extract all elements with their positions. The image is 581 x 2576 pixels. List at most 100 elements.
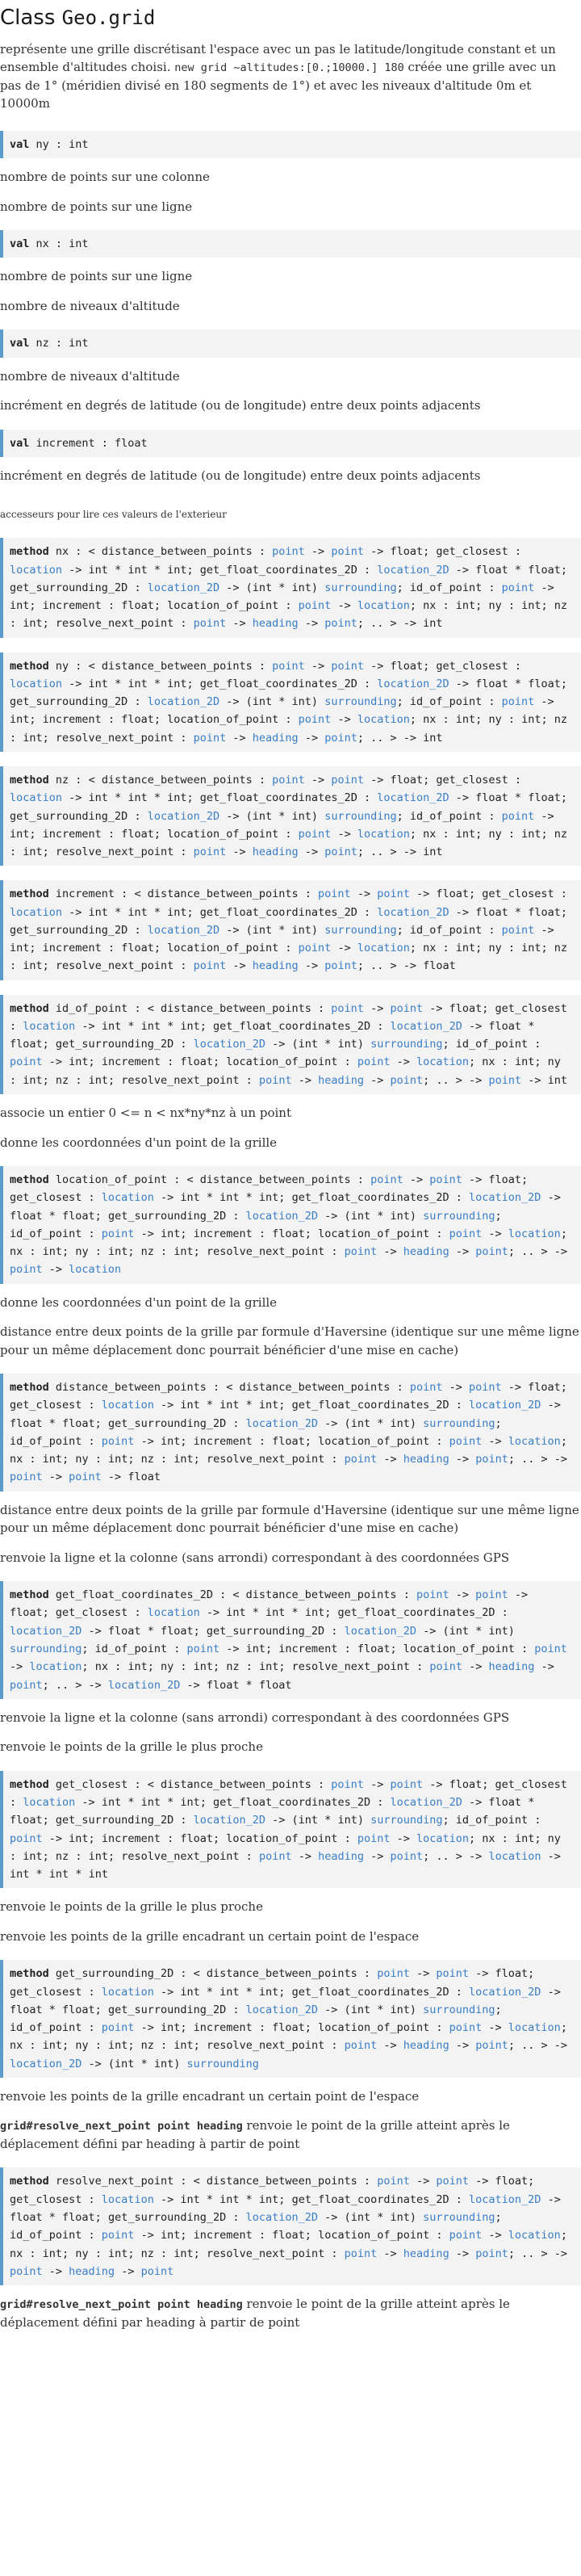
type-link[interactable]: point [272,660,305,673]
type-link[interactable]: point [345,1245,378,1258]
type-link[interactable]: location_2D [10,2058,82,2070]
type-link[interactable]: point [69,1471,102,1483]
type-link[interactable]: location [69,1263,121,1276]
type-link[interactable]: location_2D [469,1399,541,1412]
type-link[interactable]: point [324,959,357,972]
type-link[interactable]: location_2D [391,1796,462,1809]
type-link[interactable]: point [345,1453,378,1466]
type-link[interactable]: point [370,1173,403,1186]
type-link[interactable]: surrounding [423,1210,495,1223]
type-link[interactable]: location_2D [377,564,449,577]
type-link[interactable]: point [10,1471,43,1483]
type-link[interactable]: location [10,906,62,919]
type-link[interactable]: point [410,1381,443,1394]
type-link[interactable]: location_2D [148,810,219,823]
type-link[interactable]: location [488,1850,541,1863]
type-link[interactable]: location_2D [148,924,219,937]
type-link[interactable]: location [508,1227,561,1240]
type-link[interactable]: point [331,1778,364,1791]
type-link[interactable]: point [299,828,332,841]
type-link[interactable]: point [429,1173,462,1186]
type-link[interactable]: heading [253,617,299,630]
type-link[interactable]: point [475,2247,508,2260]
type-link[interactable]: location [23,1020,75,1033]
type-link[interactable]: heading [253,845,299,858]
type-link[interactable]: surrounding [324,695,396,708]
type-link[interactable]: point [377,887,410,900]
type-link[interactable]: point [390,1778,423,1791]
type-link[interactable]: location_2D [148,581,219,594]
type-link[interactable]: location [102,1399,154,1412]
type-link[interactable]: point [345,2247,378,2260]
type-link[interactable]: location [10,791,62,804]
type-link[interactable]: heading [318,1850,364,1863]
type-link[interactable]: location_2D [345,1625,416,1638]
type-link[interactable]: surrounding [186,2058,258,2070]
type-link[interactable]: point [102,1435,135,1448]
type-link[interactable]: point [102,1227,135,1240]
type-link[interactable]: location_2D [10,1625,82,1638]
type-link[interactable]: point [345,2039,378,2052]
type-link[interactable]: location_2D [246,1210,318,1223]
type-link[interactable]: point [449,2021,483,2034]
type-link[interactable]: point [141,2265,174,2278]
type-link[interactable]: point [357,1832,391,1845]
type-link[interactable]: surrounding [423,2003,495,2016]
type-link[interactable]: point [429,1660,462,1673]
type-link[interactable]: point [102,2021,135,2034]
type-link[interactable]: point [391,1074,424,1087]
type-link[interactable]: location_2D [246,2211,318,2224]
type-link[interactable]: point [449,1435,483,1448]
type-link[interactable]: surrounding [370,1814,442,1827]
type-link[interactable]: point [299,713,332,726]
type-link[interactable]: point [194,845,227,858]
type-link[interactable]: point [377,2175,410,2188]
type-link[interactable]: location [508,1435,561,1448]
type-link[interactable]: location [10,564,62,577]
type-link[interactable]: point [299,942,332,954]
type-link[interactable]: point [377,1967,410,1980]
type-link[interactable]: location [416,1055,469,1068]
type-link[interactable]: point [469,1381,502,1394]
type-link[interactable]: location [508,2229,561,2242]
type-link[interactable]: point [475,1245,508,1258]
type-link[interactable]: point [324,732,357,745]
type-link[interactable]: surrounding [324,810,396,823]
type-link[interactable]: heading [253,959,299,972]
type-link[interactable]: heading [69,2265,115,2278]
type-link[interactable]: point [534,1643,567,1655]
type-link[interactable]: location [357,942,410,954]
type-link[interactable]: point [331,545,364,558]
type-link[interactable]: point [10,1832,43,1845]
type-link[interactable]: point [502,810,535,823]
type-link[interactable]: point [272,774,305,787]
type-link[interactable]: surrounding [423,1417,495,1430]
type-link[interactable]: point [357,1055,391,1068]
type-link[interactable]: location [102,2193,154,2206]
type-link[interactable]: location [102,1191,154,1204]
type-link[interactable]: point [436,2175,469,2188]
type-link[interactable]: point [488,1074,521,1087]
type-link[interactable]: point [475,2039,508,2052]
type-link[interactable]: point [502,695,535,708]
type-link[interactable]: surrounding [324,581,396,594]
type-link[interactable]: location_2D [377,906,449,919]
type-link[interactable]: point [194,617,227,630]
type-link[interactable]: location_2D [391,1020,462,1033]
type-link[interactable]: location_2D [194,1814,265,1827]
type-link[interactable]: point [272,545,305,558]
type-link[interactable]: heading [318,1074,364,1087]
type-link[interactable]: point [10,2265,43,2278]
type-link[interactable]: point [10,1055,43,1068]
type-link[interactable]: heading [403,1245,449,1258]
type-link[interactable]: point [331,1002,364,1015]
type-link[interactable]: point [502,924,535,937]
type-link[interactable]: point [502,581,535,594]
type-link[interactable]: point [391,1850,424,1863]
type-link[interactable]: location [23,1796,75,1809]
type-link[interactable]: location_2D [469,1191,541,1204]
type-link[interactable]: point [259,1850,292,1863]
type-link[interactable]: location [357,828,410,841]
type-link[interactable]: point [10,1679,43,1692]
type-link[interactable]: location [357,599,410,612]
